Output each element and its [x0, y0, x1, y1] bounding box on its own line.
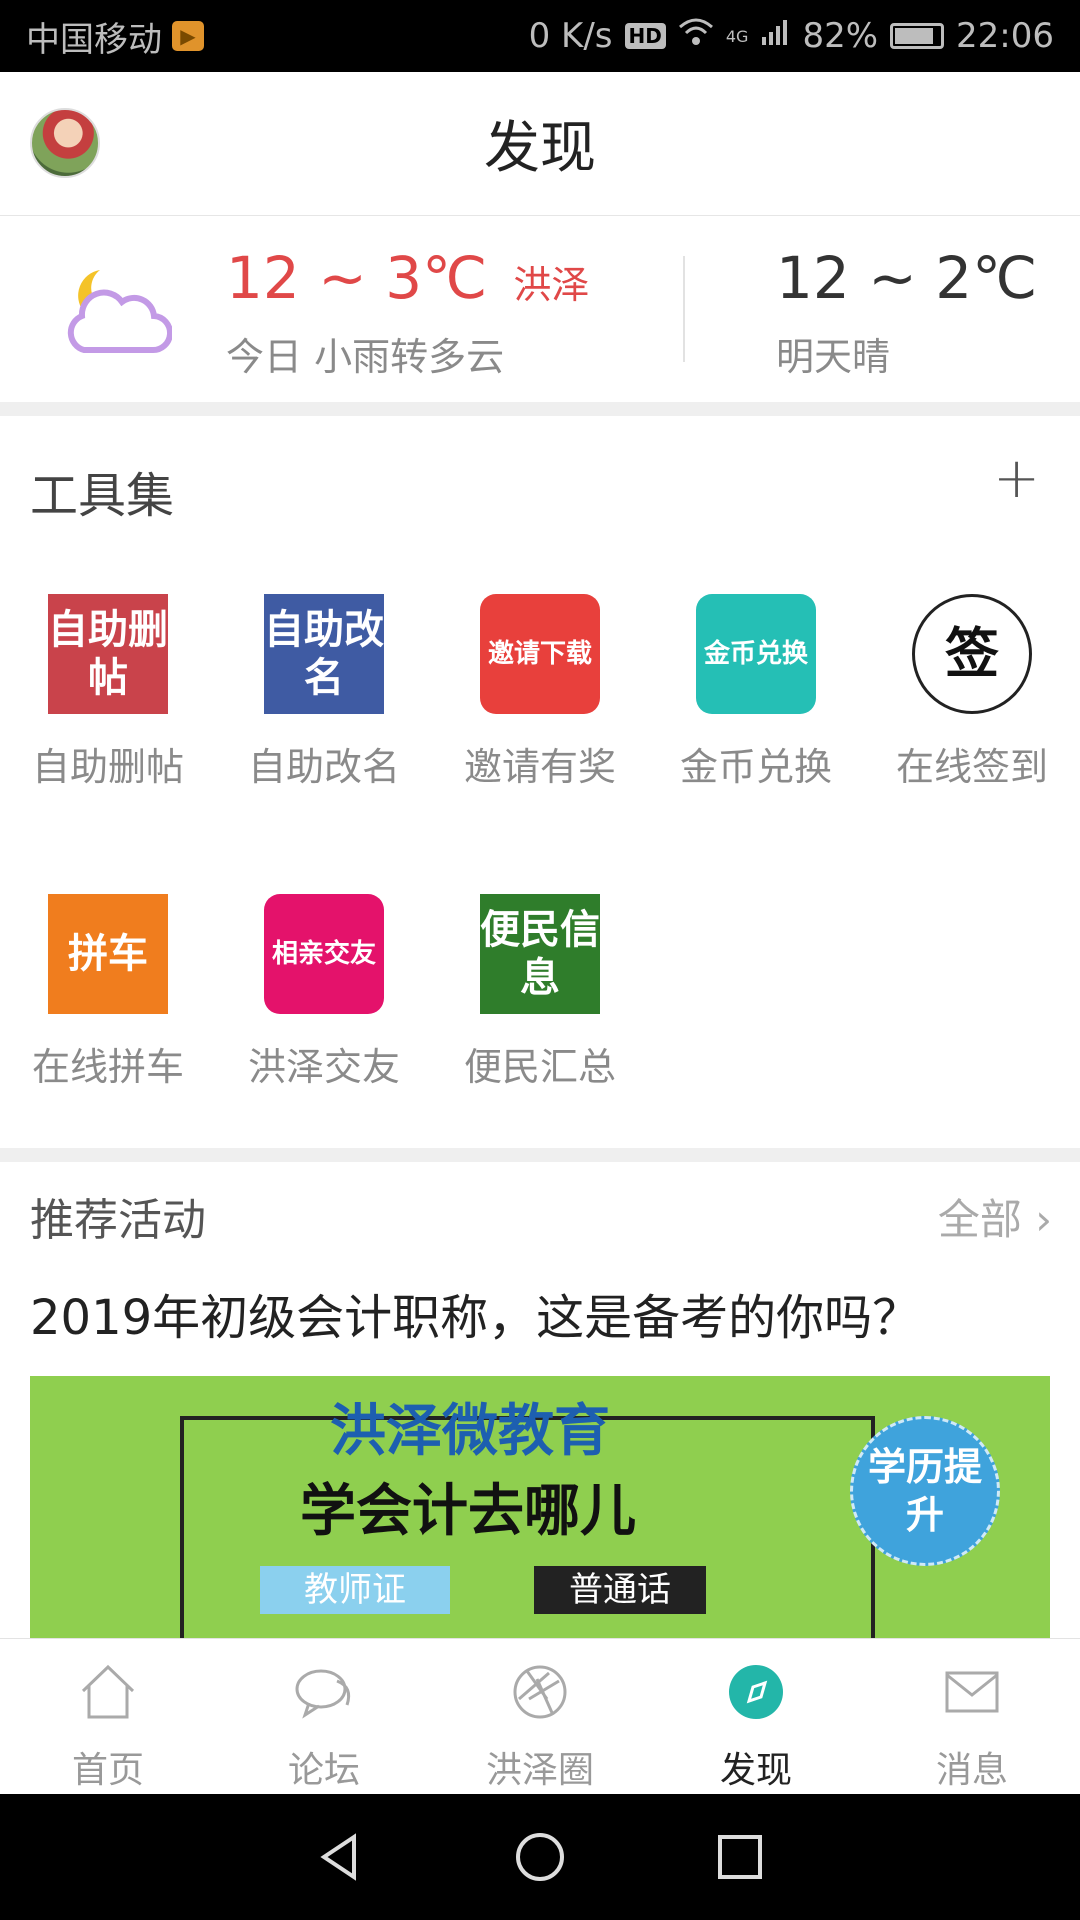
- tool-label: 便民汇总: [463, 1045, 616, 1089]
- home-icon: [81, 1664, 135, 1719]
- tool-info[interactable]: 便民信息 便民汇总: [440, 894, 640, 1091]
- carrier-info: 中国移动 ▶: [26, 12, 204, 61]
- tool-coin-exchange[interactable]: 金币兑换 金币兑换: [656, 594, 856, 791]
- tab-home[interactable]: 首页: [0, 1639, 216, 1794]
- tab-forum[interactable]: 论坛: [216, 1639, 432, 1794]
- section-divider: [0, 1148, 1080, 1162]
- tab-label: 首页: [71, 1750, 144, 1791]
- view-all-label: 全部: [937, 1195, 1022, 1244]
- tab-label: 发现: [719, 1750, 792, 1791]
- invite-icon: 邀请下载: [480, 594, 600, 714]
- aperture-icon: [513, 1665, 567, 1719]
- media-notification-icon: ▶: [172, 21, 204, 51]
- compass-icon: [729, 1665, 783, 1719]
- today-description: 今日 小雨转多云: [226, 335, 505, 379]
- tomorrow-description: 明天晴: [776, 335, 891, 379]
- tab-circle[interactable]: 洪泽圈: [432, 1639, 648, 1794]
- clock: 22:06: [956, 16, 1054, 56]
- carpool-icon: 拼车: [48, 894, 168, 1014]
- banner-line2: 学会计去哪儿: [300, 1479, 636, 1544]
- tab-messages[interactable]: 消息: [864, 1639, 1080, 1794]
- cloudy-moon-icon: [67, 270, 172, 354]
- tool-label: 洪泽交友: [247, 1045, 400, 1089]
- chevron-right-icon: ›: [1021, 1195, 1052, 1244]
- chat-icon: [295, 1669, 351, 1719]
- page-title: 发现: [484, 116, 596, 181]
- battery-icon: [890, 23, 945, 49]
- tool-label: 邀请有奖: [463, 745, 616, 789]
- today-weather: 12 ~ 3℃ 洪泽 今日 小雨转多云: [226, 244, 589, 381]
- tab-label: 消息: [935, 1750, 1008, 1791]
- city-name: 洪泽: [513, 263, 590, 307]
- tool-label: 金币兑换: [679, 745, 832, 789]
- tab-label: 洪泽圈: [485, 1750, 594, 1791]
- tool-rename[interactable]: 自助改名 自助改名: [224, 594, 424, 791]
- tab-label: 论坛: [287, 1750, 360, 1791]
- tool-invite[interactable]: 邀请下载 邀请有奖: [440, 594, 640, 791]
- sign-in-icon: 签: [912, 594, 1032, 714]
- section-divider: [0, 402, 1080, 416]
- tomorrow-weather: 12 ~ 2℃ 明天晴: [776, 244, 1037, 381]
- tools-title: 工具集: [30, 468, 175, 524]
- tool-carpool[interactable]: 拼车 在线拼车: [8, 894, 208, 1091]
- activity-section-header: 推荐活动 全部 ›: [0, 1162, 1080, 1262]
- back-icon[interactable]: [310, 1827, 370, 1887]
- wifi-icon: [678, 16, 714, 56]
- rename-icon: 自助改名: [264, 594, 384, 714]
- dating-icon: 相亲交友: [264, 894, 384, 1014]
- weather-card[interactable]: 12 ~ 3℃ 洪泽 今日 小雨转多云 12 ~ 2℃ 明天晴: [0, 216, 1080, 402]
- banner-line1: 洪泽微教育: [330, 1399, 610, 1464]
- banner-tag1: 教师证: [260, 1566, 450, 1614]
- coin-exchange-icon: 金币兑换: [696, 594, 816, 714]
- app-header: 发现: [0, 72, 1080, 216]
- carrier-name: 中国移动: [26, 19, 162, 60]
- banner-badge: 学历提升: [850, 1416, 1000, 1566]
- tool-label: 在线签到: [895, 745, 1048, 789]
- system-nav-bar: [0, 1794, 1080, 1920]
- avatar[interactable]: [30, 108, 100, 178]
- view-all-link[interactable]: 全部 ›: [938, 1186, 1052, 1247]
- delete-post-icon: 自助删帖: [48, 594, 168, 714]
- activity-title: 推荐活动: [30, 1195, 206, 1246]
- recents-icon[interactable]: [710, 1827, 770, 1887]
- network-type: 4G: [725, 26, 749, 46]
- tool-label: 自助改名: [247, 745, 400, 789]
- tools-section-header: 工具集 +: [0, 416, 1080, 556]
- weather-divider: [683, 256, 685, 362]
- status-right: 0 K/s HD 4G 82% 22:06: [529, 16, 1054, 56]
- info-icon: 便民信息: [480, 894, 600, 1014]
- hd-icon: HD: [624, 23, 666, 49]
- tab-discover[interactable]: 发现: [648, 1639, 864, 1794]
- today-temperature: 12 ~ 3℃: [226, 244, 488, 312]
- home-nav-icon[interactable]: [510, 1827, 570, 1887]
- tool-sign-in[interactable]: 签在线签到: [872, 594, 1072, 791]
- network-speed: 0 K/s: [528, 16, 613, 56]
- tool-label: 自助删帖: [31, 745, 184, 789]
- tool-dating[interactable]: 相亲交友 洪泽交友: [224, 894, 424, 1091]
- mail-icon: [945, 1671, 999, 1713]
- signal-icon: [760, 16, 790, 56]
- banner-tag2: 普通话: [534, 1566, 706, 1614]
- activity-banner[interactable]: 洪泽微教育 学会计去哪儿 教师证 普通话 学历提升: [30, 1376, 1050, 1638]
- activity-post-title[interactable]: 2019年初级会计职称，这是备考的你吗？: [30, 1278, 920, 1348]
- tool-label: 在线拼车: [31, 1045, 184, 1089]
- tomorrow-temperature: 12 ~ 2℃: [776, 244, 1038, 312]
- status-bar: 中国移动 ▶ 0 K/s HD 4G 82% 22:06: [0, 0, 1080, 72]
- tool-delete-post[interactable]: 自助删帖 自助删帖: [8, 594, 208, 791]
- bottom-tab-bar: 首页 论坛 洪泽圈 发现 消息: [0, 1638, 1080, 1794]
- battery-percent: 82%: [802, 16, 879, 56]
- add-tool-icon[interactable]: +: [993, 446, 1040, 511]
